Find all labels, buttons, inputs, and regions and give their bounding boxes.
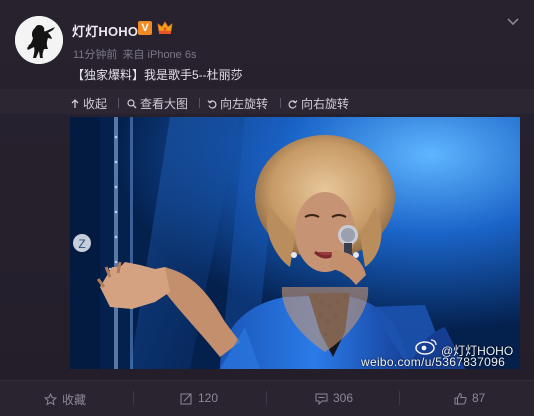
divider [199, 98, 200, 108]
collapse-icon [71, 98, 79, 108]
username[interactable]: 灯灯HOHO [72, 21, 138, 40]
divider [118, 98, 119, 108]
repost-count: 120 [198, 391, 219, 405]
collapse-label: 收起 [83, 97, 108, 111]
crown-icon [157, 21, 173, 34]
star-icon [44, 393, 57, 406]
avatar[interactable] [15, 16, 63, 64]
favorite-label: 收藏 [62, 393, 87, 407]
like-button[interactable]: 87 [454, 391, 485, 405]
comment-icon [315, 393, 328, 405]
post-text: 【独家爆料】我是歌手5--杜丽莎 [72, 68, 243, 82]
media-toolbar: 收起 查看大图 向左旋转 向右旋转 [0, 89, 534, 114]
watermark-url: weibo.com/u/5367837096 [361, 355, 506, 369]
weibo-logo-icon [415, 339, 437, 355]
post-photo[interactable]: Z [70, 117, 520, 369]
verified-badge: V [138, 21, 152, 35]
chevron-down-icon[interactable] [506, 16, 520, 28]
rotate-right-label: 向右旋转 [301, 97, 350, 111]
post-time[interactable]: 11分钟前 [73, 49, 117, 61]
rotate-right-button[interactable]: 向右旋转 [288, 95, 349, 112]
comment-button[interactable]: 306 [315, 391, 353, 405]
divider [280, 98, 281, 108]
zoom-icon [127, 98, 137, 108]
divider [399, 391, 400, 405]
post-actions: 收藏 120 306 87 [0, 380, 534, 416]
post-source: 来自 iPhone 6s [122, 49, 197, 61]
repost-icon [180, 393, 192, 404]
rotate-left-label: 向左旋转 [220, 97, 269, 111]
rotate-right-icon [288, 99, 298, 109]
collapse-button[interactable]: 收起 [70, 95, 107, 112]
divider [266, 391, 267, 405]
svg-text:Z: Z [78, 237, 85, 251]
like-count: 87 [472, 391, 486, 405]
divider [133, 391, 134, 405]
weibo-post-card: 灯灯HOHO V 11分钟前 来自 iPhone 6s 【独家爆料】我是歌手5-… [0, 0, 534, 416]
rotate-left-icon [207, 99, 217, 109]
rotate-left-button[interactable]: 向左旋转 [207, 95, 268, 112]
view-large-button[interactable]: 查看大图 [127, 95, 188, 112]
view-large-label: 查看大图 [140, 97, 189, 111]
post-meta: 11分钟前 来自 iPhone 6s [73, 46, 196, 62]
like-icon [454, 392, 467, 404]
comment-count: 306 [333, 391, 354, 405]
repost-button[interactable]: 120 [180, 391, 218, 405]
favorite-button[interactable]: 收藏 [44, 391, 86, 408]
singer-stage-photo: Z [70, 117, 520, 369]
avatar-figure [15, 16, 63, 64]
